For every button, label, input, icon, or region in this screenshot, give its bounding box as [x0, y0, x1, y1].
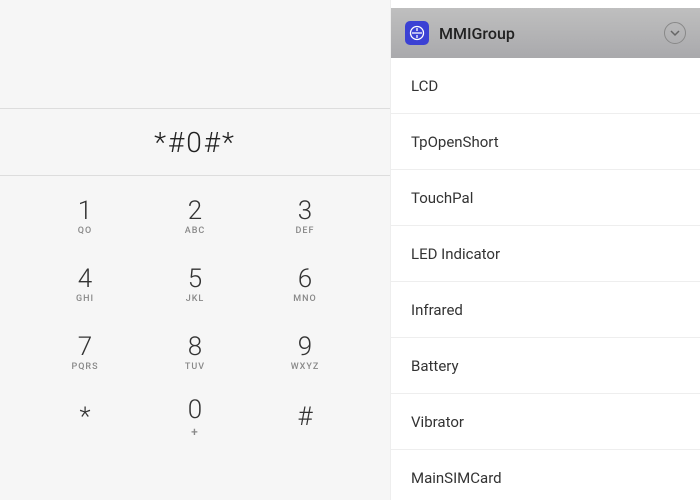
key-letters: +	[191, 425, 199, 439]
mmi-header: MMIGroup	[391, 8, 700, 58]
key-row-3: 7 PQRS 8 TUV 9 WXYZ	[50, 322, 340, 384]
key-7[interactable]: 7 PQRS	[50, 322, 120, 384]
mmi-item-battery[interactable]: Battery	[391, 338, 700, 394]
mmigroup-icon	[405, 21, 429, 45]
key-letters: QO	[78, 226, 92, 236]
mmi-list: LCD TpOpenShort TouchPal LED Indicator I…	[391, 58, 700, 500]
key-star[interactable]: *	[50, 390, 120, 446]
mmi-item-tpopenshort[interactable]: TpOpenShort	[391, 114, 700, 170]
key-row-4: * 0+ #	[50, 390, 340, 446]
mmi-item-vibrator[interactable]: Vibrator	[391, 394, 700, 450]
key-3[interactable]: 3 DEF	[270, 186, 340, 248]
dialer-pane: *#0#* 1 QO 2 ABC 3 DEF 4 GHI 5 JKL 6 MNO 7 PQRS…	[0, 0, 390, 500]
mmi-item-label: MainSIMCard	[411, 469, 502, 487]
mmi-item-label: TouchPal	[411, 189, 473, 207]
key-digit: 0	[188, 397, 202, 423]
key-digit: 1	[78, 198, 92, 224]
mmi-item-label: Battery	[411, 357, 459, 375]
mmi-item-label: TpOpenShort	[411, 133, 499, 151]
mmi-item-label: Infrared	[411, 301, 463, 319]
key-8[interactable]: 8 TUV	[160, 322, 230, 384]
key-letters: ABC	[185, 226, 206, 236]
key-2[interactable]: 2 ABC	[160, 186, 230, 248]
key-digit: 7	[78, 334, 92, 360]
key-letters: MNO	[293, 294, 316, 304]
key-digit: 5	[188, 266, 202, 292]
mmi-item-label: LED Indicator	[411, 245, 500, 263]
mmi-item-ledindicator[interactable]: LED Indicator	[391, 226, 700, 282]
key-row-1: 1 QO 2 ABC 3 DEF	[50, 186, 340, 248]
key-digit: 4	[78, 266, 92, 292]
mmi-item-label: Vibrator	[411, 413, 464, 431]
mmi-item-label: LCD	[411, 77, 438, 95]
mmi-item-lcd[interactable]: LCD	[391, 58, 700, 114]
key-digit: 3	[298, 198, 312, 224]
key-letters: JKL	[186, 294, 205, 304]
key-letters: PQRS	[71, 362, 98, 372]
key-6[interactable]: 6 MNO	[270, 254, 340, 316]
key-1[interactable]: 1 QO	[50, 186, 120, 248]
mmi-item-touchpal[interactable]: TouchPal	[391, 170, 700, 226]
key-letters: GHI	[76, 294, 94, 304]
mmi-pane: MMIGroup LCD TpOpenShort TouchPal LED In…	[390, 0, 700, 500]
chevron-down-icon[interactable]	[664, 22, 686, 44]
dialer-top-spacer	[0, 0, 390, 108]
key-digit: 9	[298, 334, 312, 360]
key-digit: 6	[298, 266, 312, 292]
key-0[interactable]: 0+	[160, 390, 230, 446]
key-9[interactable]: 9 WXYZ	[270, 322, 340, 384]
mmi-title: MMIGroup	[439, 24, 515, 43]
mmi-item-infrared[interactable]: Infrared	[391, 282, 700, 338]
key-digit: 8	[188, 334, 202, 360]
dial-display-value: *#0#*	[154, 126, 236, 159]
key-row-2: 4 GHI 5 JKL 6 MNO	[50, 254, 340, 316]
key-letters: TUV	[185, 362, 205, 372]
key-digit: *	[79, 404, 90, 430]
mmi-item-mainsimcard[interactable]: MainSIMCard	[391, 450, 700, 500]
key-digit: 2	[188, 198, 202, 224]
key-letters: DEF	[296, 226, 315, 236]
keypad: 1 QO 2 ABC 3 DEF 4 GHI 5 JKL 6 MNO 7 PQRS 8 TUV …	[0, 176, 390, 452]
dial-display: *#0#*	[0, 108, 390, 176]
key-5[interactable]: 5 JKL	[160, 254, 230, 316]
key-hash[interactable]: #	[270, 390, 340, 446]
key-digit: #	[297, 404, 312, 430]
key-4[interactable]: 4 GHI	[50, 254, 120, 316]
key-letters: WXYZ	[291, 362, 320, 372]
